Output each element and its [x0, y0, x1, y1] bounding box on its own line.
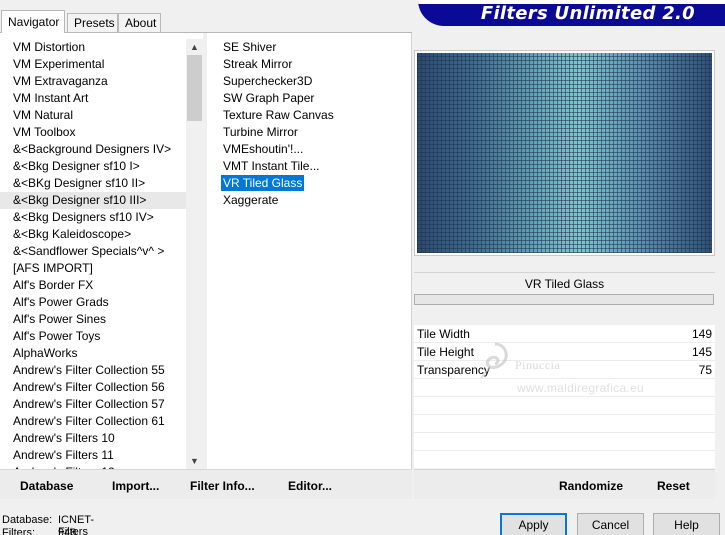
filter-item[interactable]: Superchecker3D	[208, 73, 408, 90]
category-item[interactable]: Andrew's Filter Collection 61	[0, 413, 186, 430]
status-filters-label: Filters:	[2, 527, 35, 535]
banner-title: Filters Unlimited 2.0	[480, 3, 695, 24]
filter-item-label: VMT Instant Tile...	[223, 159, 320, 173]
editor-button[interactable]: Editor...	[288, 479, 332, 493]
filter-preview-image[interactable]	[417, 53, 712, 253]
category-item[interactable]: VM Natural	[0, 107, 186, 124]
help-button[interactable]: Help	[653, 513, 720, 535]
param-row[interactable]: Tile Width 149	[414, 325, 715, 343]
category-item[interactable]: VM Toolbox	[0, 124, 186, 141]
filter-item[interactable]: Texture Raw Canvas	[208, 107, 408, 124]
list-divider	[203, 33, 207, 469]
filter-item-label: VMEshoutin'!...	[223, 142, 304, 156]
category-item[interactable]: AlphaWorks	[0, 345, 186, 362]
param-label: Tile Width	[417, 327, 470, 341]
filter-item[interactable]: SE Shiver	[208, 39, 408, 56]
param-row-empty	[414, 397, 715, 415]
filter-info-button[interactable]: Filter Info...	[190, 479, 255, 493]
category-list[interactable]: VM Distortion VM Experimental VM Extravaga…	[0, 33, 186, 469]
current-filter-name: VR Tiled Glass	[414, 272, 715, 294]
category-item[interactable]: VM Experimental	[0, 56, 186, 73]
filter-item-label: Texture Raw Canvas	[223, 108, 334, 122]
category-item[interactable]: VM Instant Art	[0, 90, 186, 107]
filter-item-label: VR Tiled Glass	[221, 175, 305, 191]
category-item[interactable]: Alf's Power Toys	[0, 328, 186, 345]
scroll-thumb[interactable]	[187, 55, 202, 121]
category-item[interactable]: Andrew's Filter Collection 55	[0, 362, 186, 379]
parameter-list: Tile Width 149 Tile Height 145 Transparency 7…	[414, 325, 715, 468]
category-item[interactable]: Andrew's Filters 11	[0, 447, 186, 464]
filter-item-label: SW Graph Paper	[223, 91, 315, 105]
filter-item-label: Turbine Mirror	[223, 125, 298, 139]
category-item[interactable]: Andrew's Filter Collection 56	[0, 379, 186, 396]
category-scrollbar[interactable]: ▲ ▼	[186, 39, 203, 469]
filter-list[interactable]: SE Shiver Streak Mirror Superchecker3D SW G…	[208, 39, 408, 209]
param-row-empty	[414, 433, 715, 451]
param-label: Transparency	[417, 363, 490, 377]
status-filters: Filters: 948	[2, 527, 76, 535]
filter-item[interactable]: Xaggerate	[208, 192, 408, 209]
category-item[interactable]: Alf's Power Sines	[0, 311, 186, 328]
filter-item[interactable]: Streak Mirror	[208, 56, 408, 73]
progress-bar	[414, 294, 714, 305]
param-row[interactable]: Tile Height 145	[414, 343, 715, 361]
category-item[interactable]: VM Distortion	[0, 39, 186, 56]
tab-presets[interactable]: Presets	[67, 13, 118, 32]
param-value[interactable]: 149	[692, 325, 712, 343]
param-row-empty	[414, 415, 715, 433]
filter-item-label: SE Shiver	[223, 40, 277, 54]
category-item[interactable]: &<Bkg Designers sf10 IV>	[0, 209, 186, 226]
category-item[interactable]: Alf's Power Grads	[0, 294, 186, 311]
category-item[interactable]: &<Bkg Designer sf10 I>	[0, 158, 186, 175]
filter-item-label: Streak Mirror	[223, 57, 293, 71]
import-button[interactable]: Import...	[112, 479, 159, 493]
category-item[interactable]: Andrew's Filter Collection 57	[0, 396, 186, 413]
scroll-down-icon[interactable]: ▼	[186, 453, 203, 469]
param-value[interactable]: 75	[699, 361, 712, 379]
filter-item[interactable]: VMT Instant Tile...	[208, 158, 408, 175]
category-item[interactable]: &<BKg Designer sf10 II>	[0, 175, 186, 192]
filter-item[interactable]: VMEshoutin'!...	[208, 141, 408, 158]
category-item[interactable]: &<Sandflower Specials^v^ >	[0, 243, 186, 260]
filter-item-label: Superchecker3D	[223, 74, 313, 88]
apply-button[interactable]: Apply	[500, 513, 567, 535]
list-button-bar: Database Import... Filter Info... Editor…	[0, 469, 412, 499]
category-item[interactable]: &<Background Designers IV>	[0, 141, 186, 158]
category-item[interactable]: Alf's Border FX	[0, 277, 186, 294]
param-button-bar: Randomize Reset	[414, 469, 715, 499]
status-database: Database: ICNET-Filters	[2, 514, 94, 535]
filter-item[interactable]: SW Graph Paper	[208, 90, 408, 107]
randomize-button[interactable]: Randomize	[559, 479, 623, 493]
category-item[interactable]: Andrew's Filters 10	[0, 430, 186, 447]
filter-item[interactable]: Turbine Mirror	[208, 124, 408, 141]
tab-navigator[interactable]: Navigator	[1, 10, 65, 33]
status-filters-value: 948	[58, 527, 77, 535]
title-banner: Filters Unlimited 2.0	[418, 0, 725, 26]
filter-item-label: Xaggerate	[223, 193, 279, 207]
category-item[interactable]: &<Bkg Designer sf10 III>	[0, 192, 186, 209]
category-item[interactable]: VM Extravaganza	[0, 73, 186, 90]
param-value[interactable]: 145	[692, 343, 712, 361]
param-row-empty	[414, 379, 715, 397]
scroll-up-icon[interactable]: ▲	[186, 39, 203, 55]
category-item[interactable]: &<Bkg Kaleidoscope>	[0, 226, 186, 243]
cancel-button[interactable]: Cancel	[577, 513, 644, 535]
reset-button[interactable]: Reset	[657, 479, 690, 493]
param-label: Tile Height	[417, 345, 474, 359]
navigator-panel: VM Distortion VM Experimental VM Extravaga…	[0, 33, 412, 469]
status-database-label: Database:	[2, 514, 53, 526]
tab-about[interactable]: About	[118, 13, 161, 32]
database-button[interactable]: Database	[20, 479, 73, 493]
filter-item[interactable]: VR Tiled Glass	[208, 175, 408, 192]
param-row[interactable]: Transparency 75	[414, 361, 715, 379]
preview-frame	[414, 50, 715, 256]
category-item[interactable]: [AFS IMPORT]	[0, 260, 186, 277]
